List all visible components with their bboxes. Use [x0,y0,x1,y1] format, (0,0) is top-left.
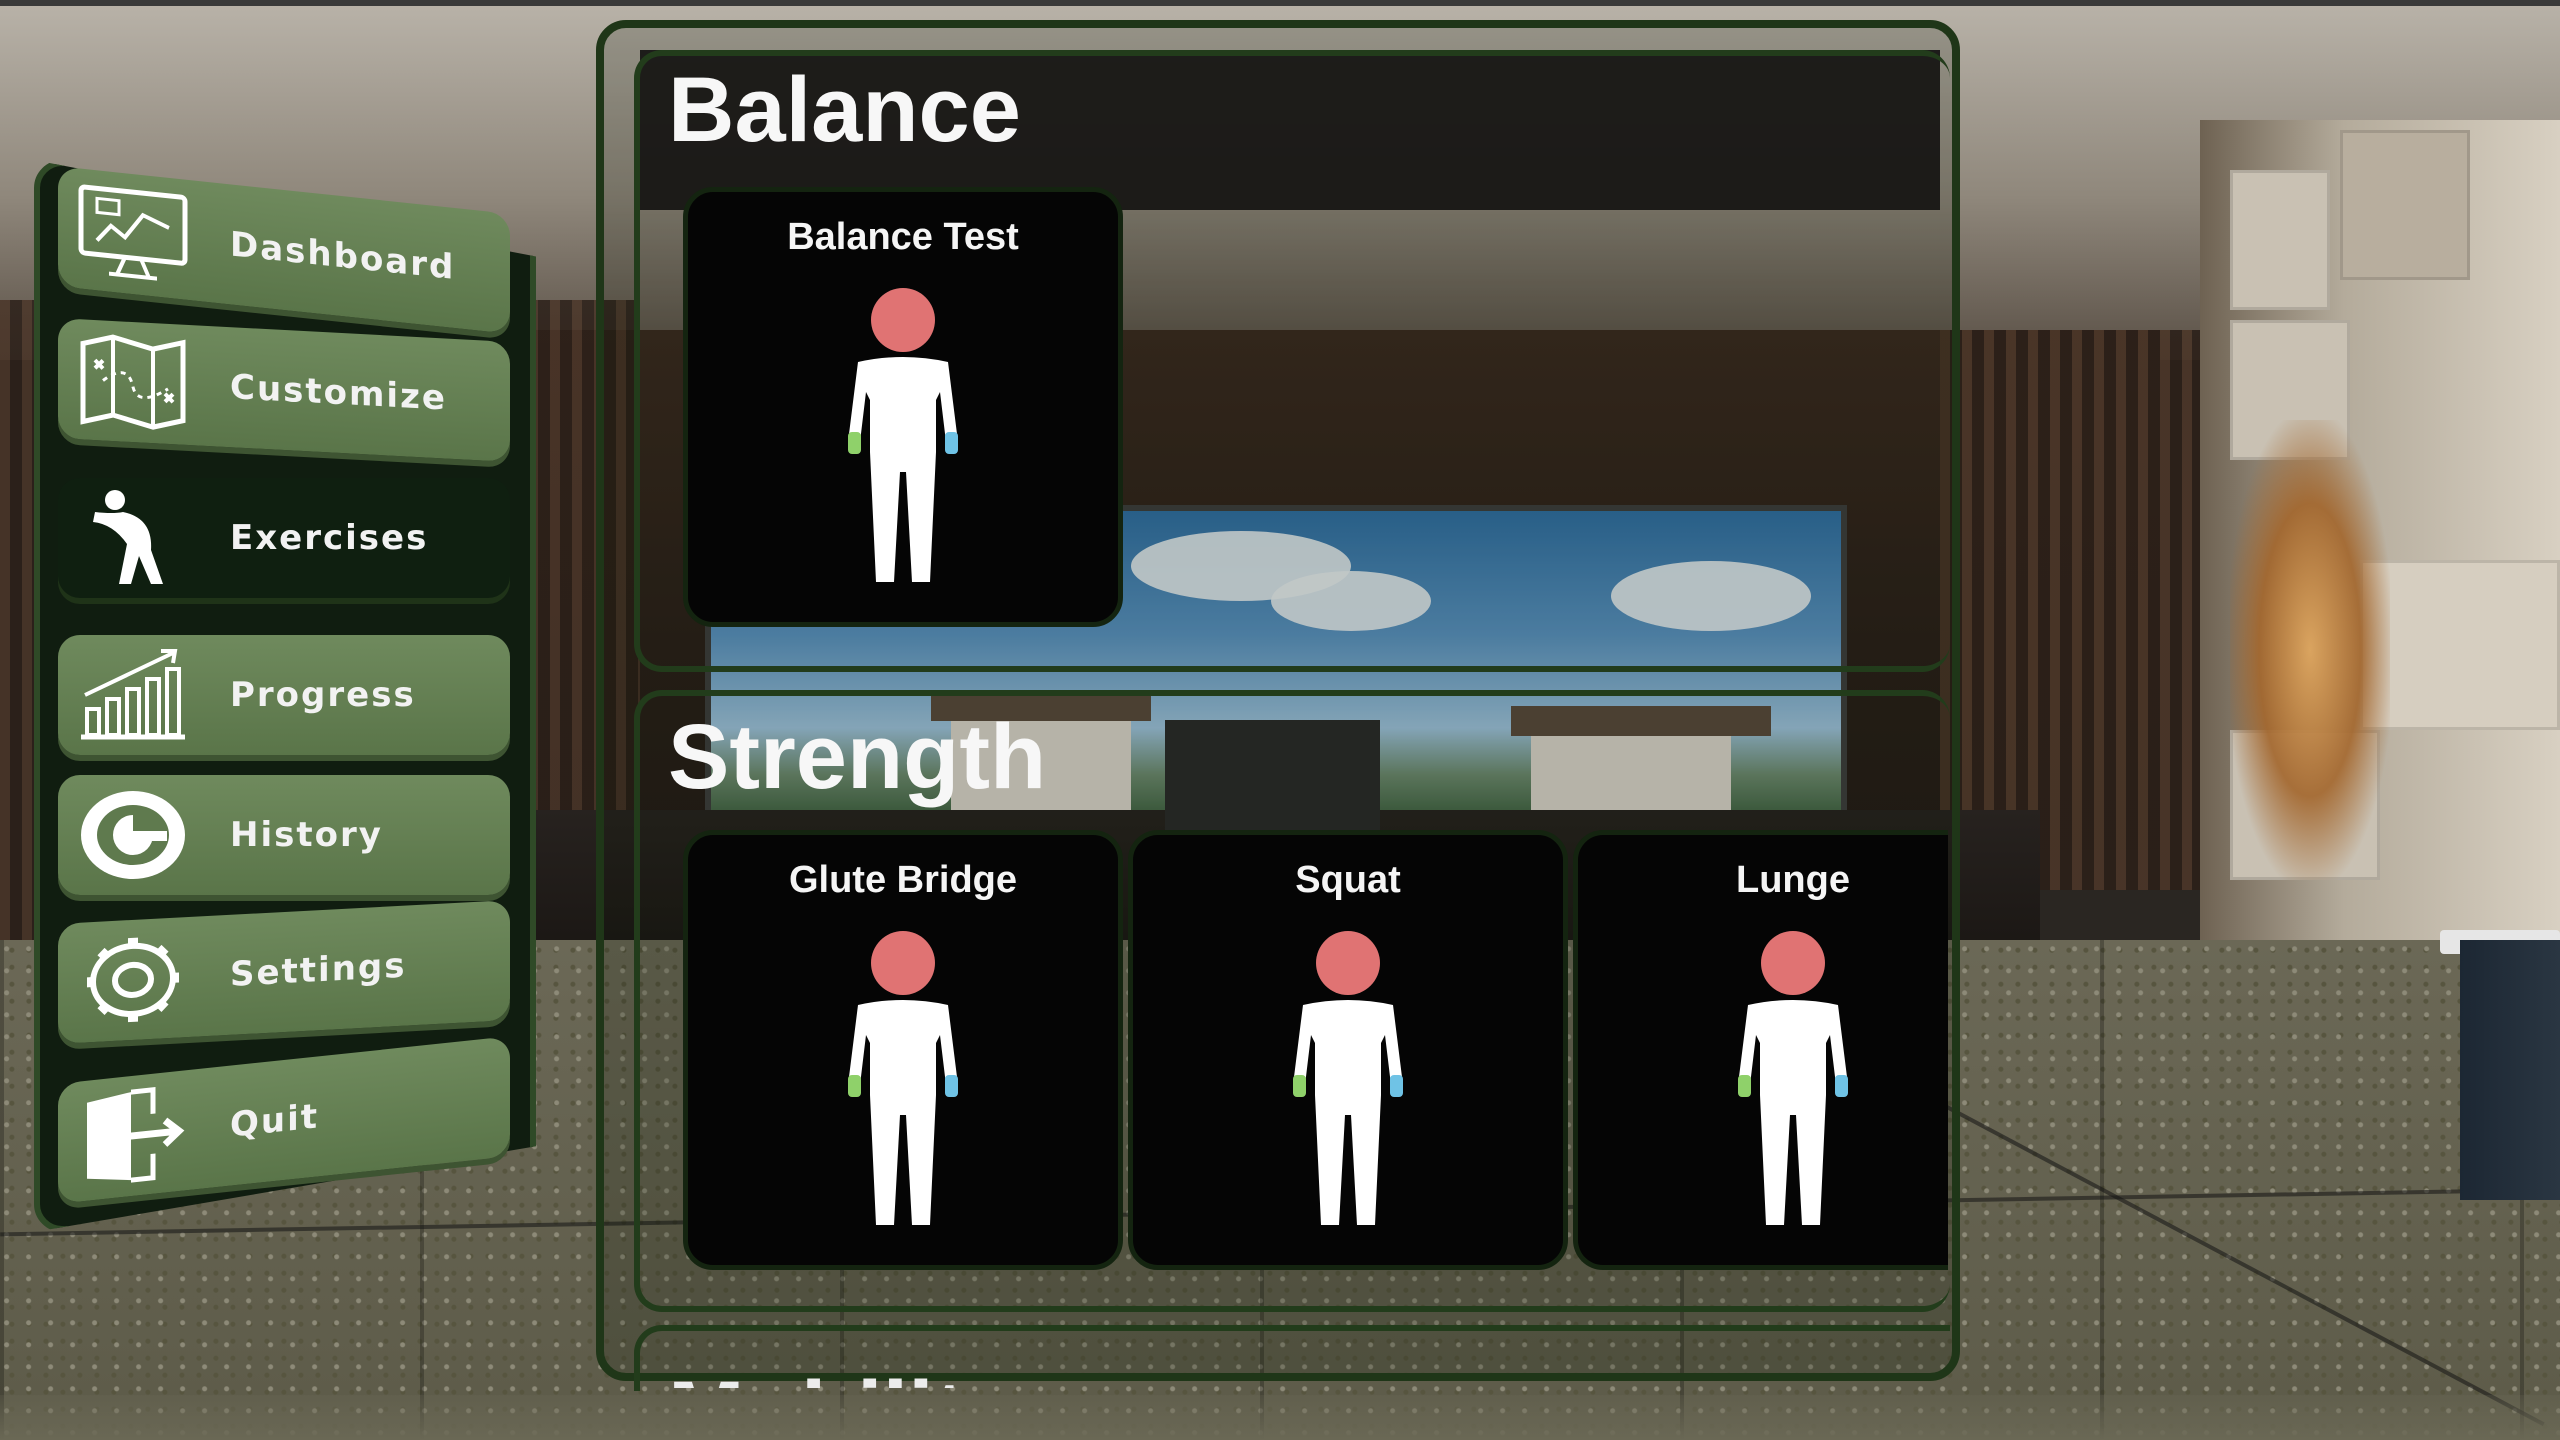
lamp-glow [2230,420,2390,880]
exercise-name: Lunge [1736,859,1850,901]
exercise-card-balance-test[interactable]: Balance Test [683,187,1123,627]
section-title-mobility: Mobility [668,1358,1068,1388]
bar-chart-icon [58,635,208,755]
menu-label: Quit [230,1096,320,1146]
section-title-mobility-text: Mobility [668,1368,1068,1388]
avatar-figure-icon [1738,931,1848,1225]
exit-door-icon [58,1068,208,1204]
exercise-card-squat[interactable]: Squat [1128,830,1568,1270]
section-title-balance: Balance [668,59,1021,161]
pedestal [2460,940,2560,1200]
menu-item-exercises[interactable]: Exercises [58,478,510,598]
exercise-name: Glute Bridge [788,859,1018,901]
menu-label: Customize [230,367,447,419]
exercise-card-glute-bridge[interactable]: Glute Bridge [683,830,1123,1270]
menu-label: Dashboard [230,224,456,289]
gear-icon [58,916,208,1044]
menu-label: History [230,815,383,855]
top-edge [0,0,2560,6]
avatar-figure-icon [1293,931,1403,1225]
avatar-figure-icon [848,288,958,582]
floor-bottom [0,1395,2560,1440]
exercise-name: Balance Test [787,216,1019,258]
wall-block [2360,560,2560,730]
history-clock-icon [58,775,208,895]
menu-label: Progress [230,675,416,715]
menu-item-progress[interactable]: Progress [58,635,510,755]
map-icon [58,318,208,446]
dashboard-icon [58,166,208,302]
menu-label: Settings [230,945,407,995]
menu-item-customize[interactable]: Customize [58,318,510,462]
exercise-name: Squat [1295,859,1401,901]
wall-block [2340,130,2470,280]
avatar-figure-icon [848,931,958,1225]
stretching-person-icon [58,478,208,598]
wood-slat-wall-right [1940,330,2240,890]
menu-label: Exercises [230,518,429,558]
section-title-strength: Strength [668,706,1047,808]
menu-item-settings[interactable]: Settings [58,900,510,1044]
exercise-card-lunge[interactable]: Lunge [1573,830,1948,1270]
menu-item-history[interactable]: History [58,775,510,895]
wall-block [2230,170,2330,310]
